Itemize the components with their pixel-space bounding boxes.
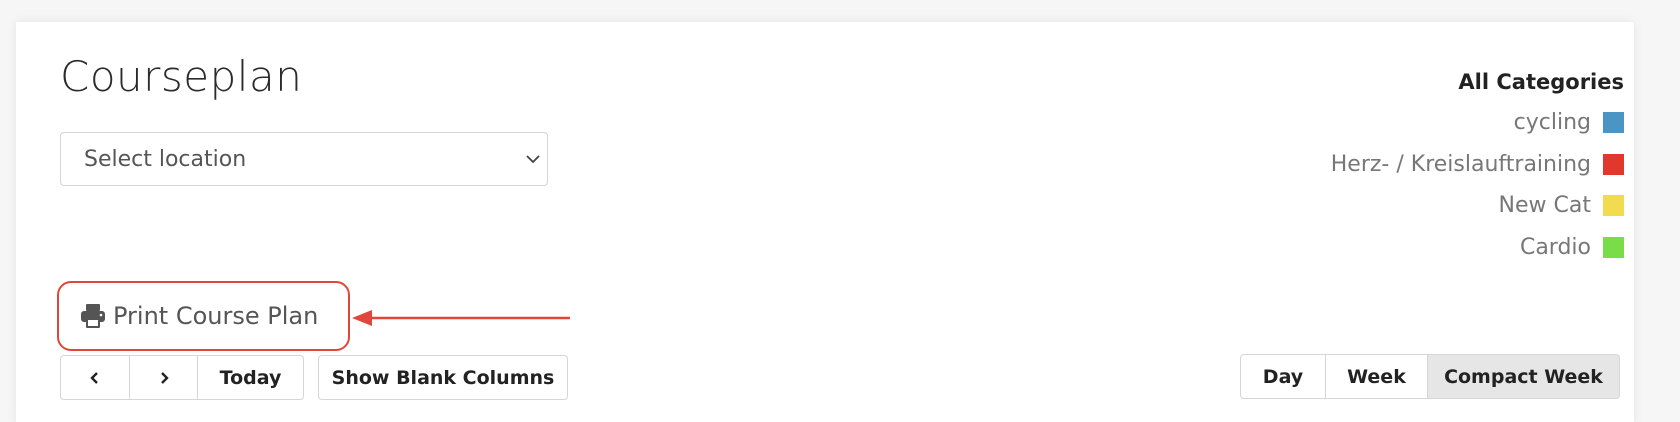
legend-swatch	[1603, 236, 1624, 258]
date-navigation: Today	[60, 355, 304, 400]
next-button[interactable]	[130, 355, 198, 400]
chevron-down-icon	[526, 155, 540, 164]
legend-item-label: New Cat	[1498, 193, 1591, 219]
legend-item-herz-kreislauftraining: Herz- / Kreislauftraining	[1331, 144, 1624, 186]
legend-item-label: cycling	[1513, 110, 1591, 136]
view-switcher: Day Week Compact Week	[1240, 354, 1620, 399]
legend-item-label: Cardio	[1519, 234, 1591, 260]
today-button[interactable]: Today	[198, 355, 304, 400]
page-title: Courseplan	[60, 52, 303, 101]
chevron-right-icon	[160, 371, 169, 384]
print-course-plan-label: Print Course Plan	[113, 302, 319, 330]
legend-item-cardio: Cardio	[1331, 227, 1624, 269]
legend-title: All Categories	[1458, 70, 1624, 94]
view-week-button[interactable]: Week	[1326, 354, 1428, 399]
annotation-arrow	[352, 310, 570, 326]
view-compact-week-button[interactable]: Compact Week	[1428, 354, 1620, 399]
legend-item-new-cat: New Cat	[1331, 185, 1624, 227]
chevron-left-icon	[90, 371, 98, 384]
legend-item-label: Herz- / Kreislauftraining	[1330, 151, 1591, 177]
category-legend: All Categories cycling Herz- / Kreislauf…	[1331, 70, 1624, 268]
show-blank-columns-button[interactable]: Show Blank Columns	[318, 355, 568, 400]
location-select[interactable]: Select location	[60, 132, 548, 186]
legend-swatch	[1603, 112, 1624, 134]
legend-item-cycling: cycling	[1331, 102, 1624, 144]
view-day-button[interactable]: Day	[1240, 354, 1326, 399]
location-select-placeholder: Select location	[84, 147, 247, 172]
previous-button[interactable]	[60, 355, 130, 400]
legend-swatch	[1603, 195, 1624, 217]
printer-icon	[81, 304, 105, 328]
legend-swatch	[1603, 153, 1624, 175]
print-course-plan-button[interactable]: Print Course Plan	[57, 281, 350, 351]
